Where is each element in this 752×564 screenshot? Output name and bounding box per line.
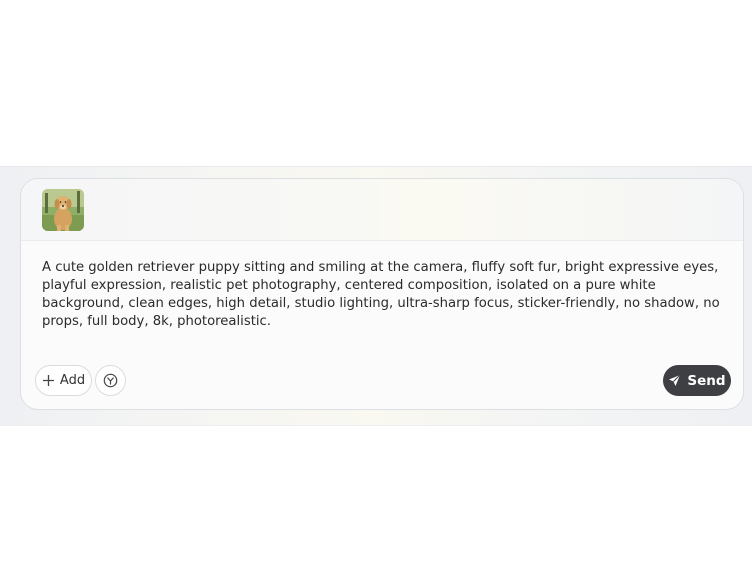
attached-image-thumbnail[interactable] xyxy=(42,189,84,231)
plus-icon xyxy=(42,375,54,386)
paper-plane-icon xyxy=(669,374,681,386)
add-button[interactable]: Add xyxy=(35,365,92,396)
prompt-text[interactable]: A cute golden retriever puppy sitting an… xyxy=(42,259,722,331)
attachment-strip xyxy=(21,179,743,241)
add-button-label: Add xyxy=(59,373,86,388)
send-button[interactable]: Send xyxy=(663,365,731,396)
send-button-label: Send xyxy=(687,372,726,389)
dog-photo-icon xyxy=(42,189,84,231)
options-button[interactable] xyxy=(95,365,126,396)
filter-circle-icon xyxy=(103,373,118,388)
prompt-composer: A cute golden retriever puppy sitting an… xyxy=(20,178,744,410)
